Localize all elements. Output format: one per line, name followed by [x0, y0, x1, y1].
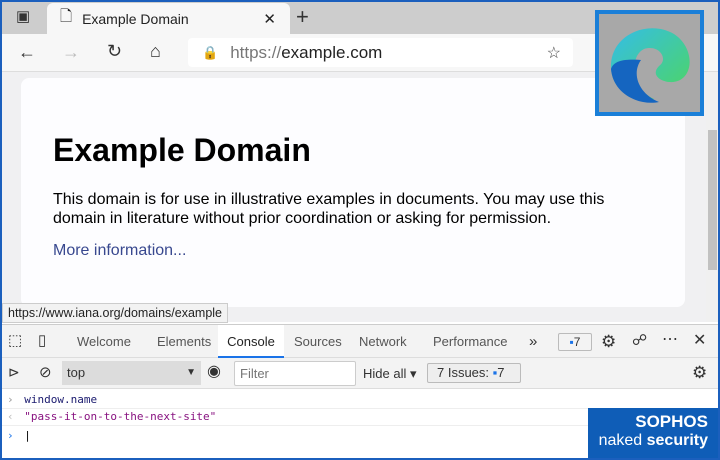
console-command: window.name: [24, 393, 98, 406]
issues-badge-button[interactable]: ▪7: [558, 333, 592, 351]
issues-count: 7: [497, 365, 505, 380]
clear-console-icon[interactable]: ⊘: [39, 365, 52, 380]
scrollbar-thumb[interactable]: [708, 130, 717, 270]
tab-elements[interactable]: Elements: [157, 325, 211, 358]
close-tab-icon[interactable]: ✕: [263, 10, 276, 28]
input-chevron-icon: ›: [7, 393, 14, 406]
content-card: Example Domain This domain is for use in…: [21, 78, 685, 307]
text-cursor: |: [24, 429, 31, 442]
lock-icon: 🔒: [202, 44, 219, 60]
inspect-element-icon[interactable]: ⬚: [8, 333, 22, 348]
settings-icon[interactable]: ⚙: [601, 333, 616, 350]
status-bubble: https://www.iana.org/domains/example: [2, 303, 228, 323]
tab-sources[interactable]: Sources: [294, 325, 342, 358]
tab-network[interactable]: Network: [359, 325, 407, 358]
feedback-icon[interactable]: ☍: [632, 333, 647, 348]
security-text: security: [646, 432, 708, 449]
tab-example-domain[interactable]: 🗋 Example Domain ✕: [47, 3, 290, 34]
add-favorite-icon[interactable]: ☆: [547, 43, 561, 63]
more-tabs-button[interactable]: »: [529, 325, 537, 358]
tab-title: Example Domain: [82, 10, 189, 27]
sophos-brand: SOPHOS: [635, 412, 708, 431]
close-devtools-icon[interactable]: ✕: [693, 333, 706, 349]
live-expression-eye-icon[interactable]: ◉: [207, 364, 221, 380]
naked-security-label: naked security: [588, 432, 708, 450]
tab-console[interactable]: Console: [218, 325, 284, 358]
result-chevron-icon: ‹: [7, 410, 14, 423]
console-toolbar: ⊳ ⊘ top ▼ ◉ Hide all ▾ 7 Issues: ▪7 ⚙: [0, 358, 720, 389]
devtools-tab-bar: ⬚ ▯ Welcome Elements Console Sources Net…: [0, 324, 720, 358]
url-scheme: https://: [230, 42, 282, 62]
naked-text: naked: [598, 432, 643, 449]
url-host: example.com: [281, 42, 383, 62]
tab-welcome[interactable]: Welcome: [77, 325, 131, 358]
edge-logo: [595, 10, 704, 116]
console-settings-icon[interactable]: ⚙: [692, 364, 707, 381]
context-value: top: [67, 365, 86, 380]
address-bar[interactable]: 🔒 https:// example.com ☆: [188, 38, 573, 67]
back-icon[interactable]: ←: [18, 43, 36, 61]
console-result: "pass-it-on-to-the-next-site": [24, 410, 217, 423]
page-heading: Example Domain: [53, 132, 311, 168]
new-tab-icon[interactable]: +: [296, 6, 309, 28]
device-emulation-icon[interactable]: ▯: [38, 333, 46, 348]
refresh-icon[interactable]: ↻: [107, 42, 122, 60]
tab-actions-icon[interactable]: ▣: [16, 9, 30, 24]
home-icon[interactable]: ⌂: [150, 42, 161, 60]
page-icon: 🗋: [60, 8, 73, 25]
issues-label: 7 Issues:: [437, 365, 490, 380]
context-select[interactable]: top ▼: [62, 361, 201, 385]
filter-input[interactable]: [234, 361, 356, 386]
more-information-link[interactable]: More information...: [53, 242, 186, 260]
issues-button[interactable]: 7 Issues: ▪7: [427, 363, 521, 383]
log-levels-dropdown[interactable]: Hide all ▾: [363, 366, 417, 382]
issues-badge-count: 7: [573, 335, 581, 349]
more-options-icon[interactable]: ⋯: [662, 332, 678, 348]
page-paragraph: This domain is for use in illustrative e…: [53, 191, 605, 227]
prompt-chevron-icon: ›: [7, 429, 14, 442]
sidebar-toggle-icon[interactable]: ⊳: [8, 365, 20, 379]
forward-icon[interactable]: →: [62, 43, 80, 61]
dropdown-arrow-icon: ▼: [186, 367, 196, 378]
sophos-watermark: SOPHOS naked security: [588, 408, 718, 458]
tab-performance[interactable]: Performance: [433, 325, 507, 358]
page-scrollbar[interactable]: [706, 72, 718, 322]
